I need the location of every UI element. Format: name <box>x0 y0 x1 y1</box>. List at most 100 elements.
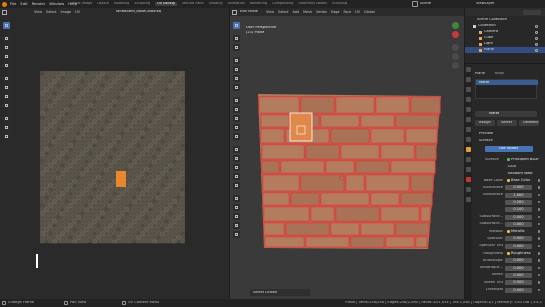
tool-icon[interactable] <box>3 53 10 60</box>
tool-icon[interactable] <box>233 75 240 82</box>
property-field[interactable]: Metallic <box>505 229 532 235</box>
tool-icon[interactable] <box>233 115 240 122</box>
keyframe-dot-icon[interactable] <box>537 273 540 277</box>
tool-icon[interactable] <box>233 57 240 64</box>
property-field[interactable]: Roughness <box>505 251 532 256</box>
menu-file[interactable]: File <box>10 2 16 6</box>
viewport-menu-vertex[interactable]: Vertex <box>316 8 327 16</box>
tool-icon[interactable] <box>233 124 240 131</box>
workspace-tab[interactable]: Texture Paint <box>182 2 204 5</box>
material-slots[interactable]: Matte <box>475 79 538 99</box>
keyframe-dot-icon[interactable] <box>537 193 540 197</box>
distribution-dropdown[interactable]: GGX <box>505 164 532 169</box>
properties-tab-icon[interactable] <box>466 107 471 112</box>
tool-icon[interactable] <box>233 182 240 189</box>
blender-logo-icon[interactable] <box>2 1 7 7</box>
workspace-tab[interactable]: Shape Image <box>70 2 92 5</box>
tool-icon[interactable] <box>233 22 240 29</box>
keyframe-dot-icon[interactable] <box>537 179 540 182</box>
tool-icon[interactable] <box>233 84 240 91</box>
tool-icon[interactable] <box>3 93 10 100</box>
workspace-tab[interactable]: UV Editing <box>155 2 177 6</box>
keyframe-dot-icon[interactable] <box>537 237 540 240</box>
properties-tab-icon[interactable] <box>466 117 471 122</box>
section-surface[interactable]: Surface <box>479 139 493 143</box>
viewport-menu-add[interactable]: Add <box>293 8 300 16</box>
workspace-tab[interactable]: Compositing <box>272 2 293 5</box>
property-field[interactable]: 0.500 <box>505 280 532 286</box>
properties-object-tab[interactable]: Body <box>495 72 504 76</box>
tool-icon[interactable] <box>3 124 10 131</box>
uv-editor-area[interactable] <box>0 16 229 299</box>
properties-tab-icon[interactable] <box>466 127 471 132</box>
subsurface-method-dropdown[interactable]: Random Walk <box>505 171 533 176</box>
uv-menu-view[interactable]: View <box>34 8 42 16</box>
outliner-item[interactable]: Plane <box>465 47 545 53</box>
properties-tab-icon[interactable] <box>466 67 471 72</box>
property-field[interactable]: Base Color <box>505 178 532 183</box>
tool-icon[interactable] <box>233 97 240 104</box>
property-field[interactable]: 0.000 <box>505 287 532 293</box>
keyframe-dot-icon[interactable] <box>537 266 540 270</box>
keyframe-dot-icon[interactable] <box>537 208 540 211</box>
navigation-gizmo[interactable] <box>448 20 464 80</box>
tool-icon[interactable] <box>233 231 240 238</box>
visibility-icon[interactable] <box>535 24 538 28</box>
workspace-tab[interactable]: Modeling <box>114 2 129 5</box>
properties-tab-icon[interactable] <box>466 147 471 152</box>
keyframe-dot-icon[interactable] <box>537 215 540 218</box>
use-nodes-button[interactable]: Use Nodes <box>485 146 533 152</box>
properties-tab-icon[interactable] <box>466 77 471 82</box>
properties-tab-icon[interactable] <box>466 97 471 102</box>
workspace-tab[interactable]: Layout <box>97 2 109 5</box>
workspace-tab[interactable]: Sculpting <box>134 2 150 5</box>
property-field[interactable]: 0.000 <box>505 214 532 220</box>
keyframe-dot-icon[interactable] <box>537 244 540 248</box>
uv-menu-image[interactable]: Image <box>61 8 72 16</box>
workspace-tab[interactable]: Rendering <box>250 2 267 5</box>
workspace-tab[interactable]: Shading <box>209 2 223 5</box>
axis-x-icon[interactable] <box>452 31 459 38</box>
camera-icon[interactable] <box>452 62 459 69</box>
menu-edit[interactable]: Edit <box>20 2 27 6</box>
keyframe-dot-icon[interactable] <box>537 186 540 189</box>
pan-icon[interactable] <box>452 53 459 60</box>
tool-icon[interactable] <box>3 44 10 51</box>
properties-tab-icon[interactable] <box>466 177 471 182</box>
section-preview[interactable]: Preview <box>479 132 493 136</box>
axis-y-icon[interactable] <box>452 22 459 29</box>
material-name-field[interactable]: Matte <box>475 111 537 117</box>
operator-panel[interactable]: Select Linked <box>250 289 310 296</box>
property-field[interactable]: 0.000 <box>505 243 532 249</box>
keyframe-dot-icon[interactable] <box>537 222 540 226</box>
property-field[interactable]: 0.000 <box>505 265 532 271</box>
tool-icon[interactable] <box>233 146 240 153</box>
workspace-tab[interactable]: Geometry Nodes <box>298 2 327 5</box>
tool-icon[interactable] <box>3 115 10 122</box>
visibility-icon[interactable] <box>535 30 538 34</box>
tool-icon[interactable] <box>233 164 240 171</box>
outliner-filter[interactable] <box>523 9 541 15</box>
tool-icon[interactable] <box>3 84 10 91</box>
3d-viewport[interactable]: User Perspective (21) Plane Select Linke… <box>230 16 464 299</box>
tool-icon[interactable] <box>233 44 240 51</box>
tool-icon[interactable] <box>233 195 240 202</box>
tool-icon[interactable] <box>3 35 10 42</box>
viewport-menu-view[interactable]: View <box>266 8 274 16</box>
keyframe-dot-icon[interactable] <box>537 281 540 284</box>
zoom-icon[interactable] <box>452 44 459 51</box>
property-field[interactable]: 0.000 <box>505 185 532 191</box>
property-field[interactable]: 0.100 <box>505 207 532 213</box>
viewlayer-label[interactable]: ViewLayer <box>476 2 495 6</box>
material-assign-button[interactable]: Assign <box>475 120 495 126</box>
tool-icon[interactable] <box>233 66 240 73</box>
tool-icon[interactable] <box>3 62 10 69</box>
transform-orientation-dropdown[interactable]: Global <box>364 8 375 16</box>
viewport-menu-select[interactable]: Select <box>278 8 288 16</box>
workspace-tab[interactable]: Animation <box>228 2 245 5</box>
properties-tab-icon[interactable] <box>466 137 471 142</box>
uv-canvas[interactable] <box>0 16 229 299</box>
keyframe-dot-icon[interactable] <box>537 288 540 291</box>
viewport-menu-uv[interactable]: UV <box>355 8 360 16</box>
visibility-icon[interactable] <box>535 42 538 46</box>
